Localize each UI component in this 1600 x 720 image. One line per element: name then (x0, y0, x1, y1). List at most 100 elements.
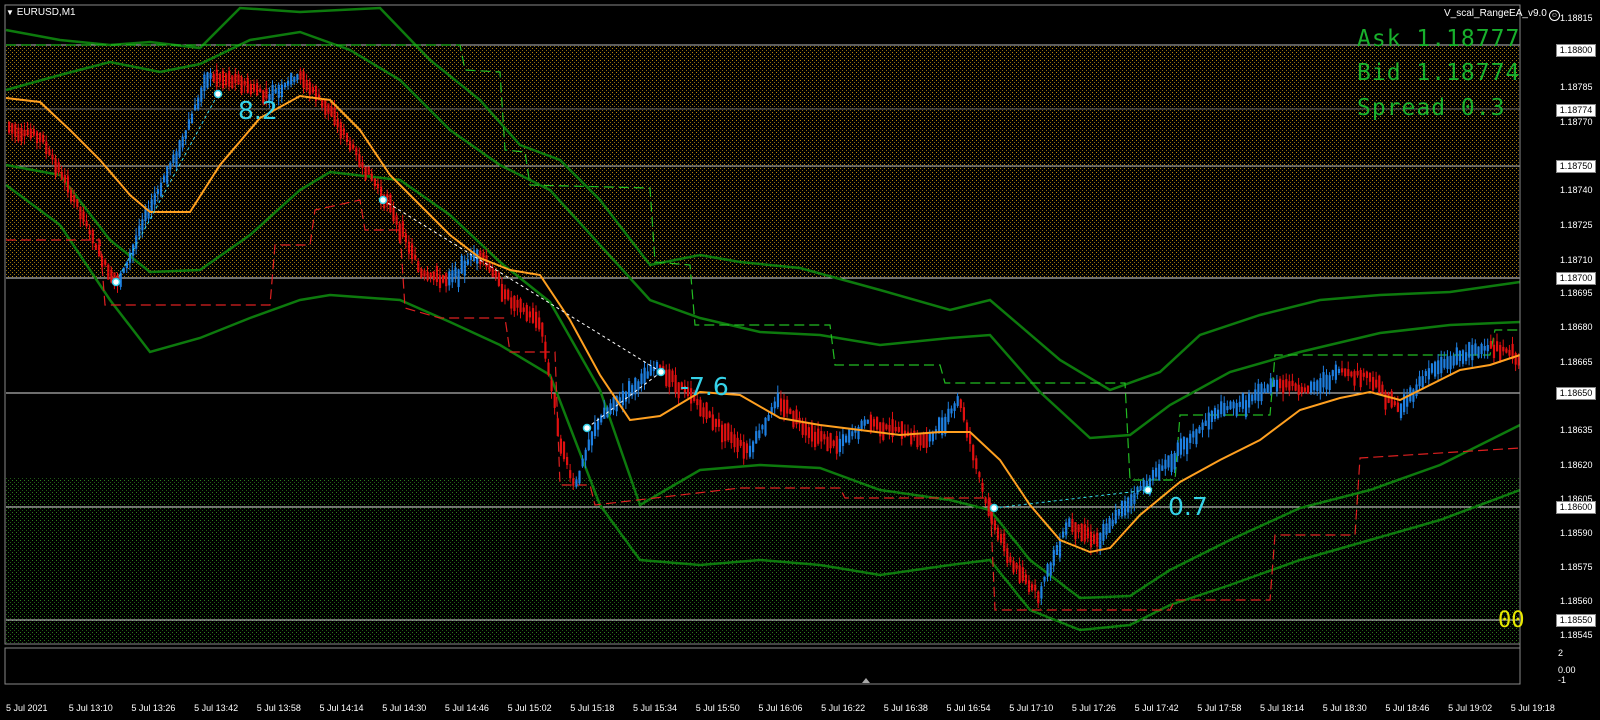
candle-body (1192, 431, 1195, 438)
candle-body (1040, 586, 1043, 599)
candle-body (144, 209, 147, 221)
candle-body (1229, 401, 1232, 410)
candle-body (550, 380, 553, 392)
candle-body (1217, 409, 1220, 419)
candle-body (953, 403, 956, 411)
candle-body (42, 134, 45, 143)
candle-body (1037, 591, 1040, 604)
candle-body (544, 341, 547, 359)
candle-body (23, 129, 26, 137)
candle-body (296, 74, 299, 80)
candle-body (752, 441, 755, 453)
trade-marker[interactable] (378, 195, 388, 205)
candle-body (252, 84, 256, 92)
candle-body (1384, 391, 1387, 410)
candle-body (70, 189, 73, 202)
candle-body (97, 244, 101, 257)
candle-body (57, 162, 60, 173)
candle-body (293, 77, 296, 83)
candle-body (528, 311, 531, 318)
candle-body (1114, 509, 1117, 524)
candle-body (249, 83, 252, 95)
candle-body (1074, 522, 1077, 540)
candle-body (1226, 406, 1229, 411)
trade-marker[interactable] (111, 277, 121, 287)
candle-body (426, 271, 429, 281)
candle-body (246, 77, 249, 94)
candle-body (1427, 368, 1430, 380)
time-tick-label: 5 Jul 13:10 (68, 703, 113, 713)
candle-body (76, 198, 79, 207)
candle-body (231, 75, 234, 89)
candle-body (20, 127, 23, 142)
candle-body (758, 430, 761, 439)
candle-body (674, 374, 677, 393)
candle-body (863, 419, 866, 426)
candle-body (1179, 438, 1182, 455)
candle-body (773, 401, 776, 409)
trade-marker[interactable] (582, 423, 592, 433)
candle-body (1068, 518, 1071, 527)
candle-body (900, 421, 903, 439)
candle-body (668, 369, 671, 388)
candle-body (1031, 583, 1034, 591)
trade-marker[interactable] (1143, 485, 1153, 495)
price-tick-label: 1.18665 (1560, 357, 1593, 367)
chart-window[interactable]: ▼ EURUSD,M1 V_scal_RangeEA_v9.0 ☺ Ask 1.1… (0, 0, 1600, 720)
candle-body (445, 273, 448, 287)
time-tick-label: 5 Jul 14:46 (444, 703, 489, 713)
candle-body (845, 435, 848, 443)
candle-body (1483, 345, 1486, 351)
symbol-title[interactable]: ▼ EURUSD,M1 (6, 7, 76, 18)
candle-body (810, 423, 814, 442)
dropdown-arrow-icon[interactable]: ▼ (6, 8, 14, 17)
smiley-icon[interactable]: ☺ (1548, 10, 1560, 21)
candle-body (866, 419, 869, 424)
candle-body (1288, 381, 1291, 391)
candle-body (1201, 422, 1204, 430)
candle-body (240, 76, 243, 94)
candle-body (950, 408, 953, 414)
time-tick-label: 5 Jul 14:30 (382, 703, 427, 713)
candle-body (82, 211, 85, 222)
candle-body (1356, 370, 1359, 376)
candle-body (330, 106, 333, 117)
candle-body (1099, 532, 1102, 550)
candle-body (181, 136, 184, 148)
price-level-box: 1.18700 (1556, 272, 1596, 285)
candle-body (671, 370, 674, 383)
candle-body (488, 263, 491, 272)
candle-body (342, 128, 345, 135)
candle-body (761, 425, 764, 430)
subwindow-tick-label: 2 (1558, 648, 1564, 658)
candle-body (1294, 383, 1297, 391)
candle-body (1508, 349, 1511, 356)
candle-body (510, 297, 513, 309)
candle-body (166, 166, 169, 184)
candle-body (860, 420, 863, 430)
candle-body (1285, 379, 1288, 388)
expert-advisor-label[interactable]: V_scal_RangeEA_v9.0 ☺ (1444, 8, 1560, 21)
candle-body (1297, 384, 1300, 396)
trade-marker[interactable] (213, 89, 223, 99)
candle-body (702, 407, 705, 418)
trade-marker[interactable] (656, 367, 666, 377)
price-tick-label: 1.18545 (1560, 630, 1593, 640)
candle-body (553, 393, 556, 408)
candle-body (1024, 574, 1027, 584)
candle-body (352, 144, 355, 149)
ask-quote: Ask 1.18777 (1357, 26, 1521, 52)
candle-body (646, 371, 649, 379)
candle-body (125, 261, 128, 269)
candle-body (584, 449, 587, 461)
candle-body (705, 402, 708, 420)
candle-body (1468, 342, 1471, 358)
time-tick-label: 5 Jul 17:42 (1134, 703, 1179, 713)
candle-body (1117, 509, 1120, 516)
candle-body (122, 267, 125, 273)
candle-body (640, 373, 643, 385)
time-tick-label: 5 Jul 16:38 (883, 703, 928, 713)
price-level-box: 1.18750 (1556, 160, 1596, 173)
trade-marker[interactable] (989, 503, 999, 513)
price-tick-label: 1.18620 (1560, 460, 1593, 470)
